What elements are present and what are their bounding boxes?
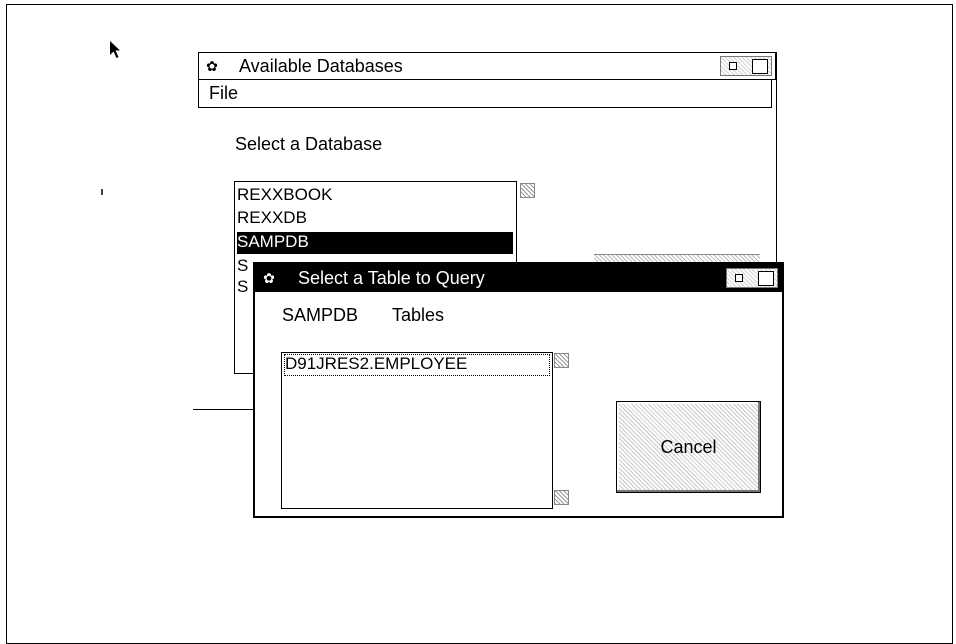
window-edge bbox=[193, 409, 255, 410]
list-item[interactable]: S bbox=[237, 256, 249, 278]
desktop-mark bbox=[101, 189, 103, 195]
cancel-button-label: Cancel bbox=[660, 437, 717, 457]
scroll-up-icon[interactable] bbox=[520, 183, 535, 198]
maximize-icon[interactable] bbox=[758, 271, 774, 286]
select-table-dialog: ✿ Select a Table to Query SAMPDB Tables … bbox=[253, 262, 784, 518]
maximize-icon[interactable] bbox=[752, 59, 768, 74]
window-title: Available Databases bbox=[239, 56, 403, 76]
scroll-down-icon[interactable] bbox=[554, 490, 569, 505]
scroll-up-icon[interactable] bbox=[554, 353, 569, 368]
cancel-button[interactable]: Cancel bbox=[616, 401, 761, 493]
table-listbox[interactable]: D91JRES2.EMPLOYEE bbox=[281, 352, 553, 509]
system-menu-icon[interactable]: ✿ bbox=[261, 270, 277, 286]
minimize-icon[interactable] bbox=[729, 62, 737, 70]
list-item[interactable]: D91JRES2.EMPLOYEE bbox=[284, 354, 550, 376]
title-bar[interactable]: ✿ Available Databases bbox=[198, 52, 776, 80]
window-controls bbox=[726, 268, 778, 288]
list-item-selected[interactable]: SAMPDB bbox=[237, 232, 513, 254]
database-name-label: SAMPDB bbox=[282, 305, 359, 325]
menu-file[interactable]: File bbox=[209, 83, 238, 103]
title-bar[interactable]: ✿ Select a Table to Query bbox=[255, 264, 782, 292]
dialog-title: Select a Table to Query bbox=[298, 268, 485, 288]
tables-label: Tables bbox=[392, 305, 445, 325]
list-item[interactable]: REXXBOOK bbox=[237, 185, 513, 207]
system-menu-icon[interactable]: ✿ bbox=[204, 58, 220, 74]
select-database-label: Select a Database bbox=[235, 134, 383, 154]
list-item[interactable]: S bbox=[237, 277, 249, 299]
list-item[interactable]: REXXDB bbox=[237, 208, 513, 230]
menu-bar: File bbox=[198, 80, 772, 108]
minimize-icon[interactable] bbox=[735, 274, 743, 282]
window-controls bbox=[720, 56, 772, 76]
mouse-pointer-icon bbox=[110, 41, 120, 58]
